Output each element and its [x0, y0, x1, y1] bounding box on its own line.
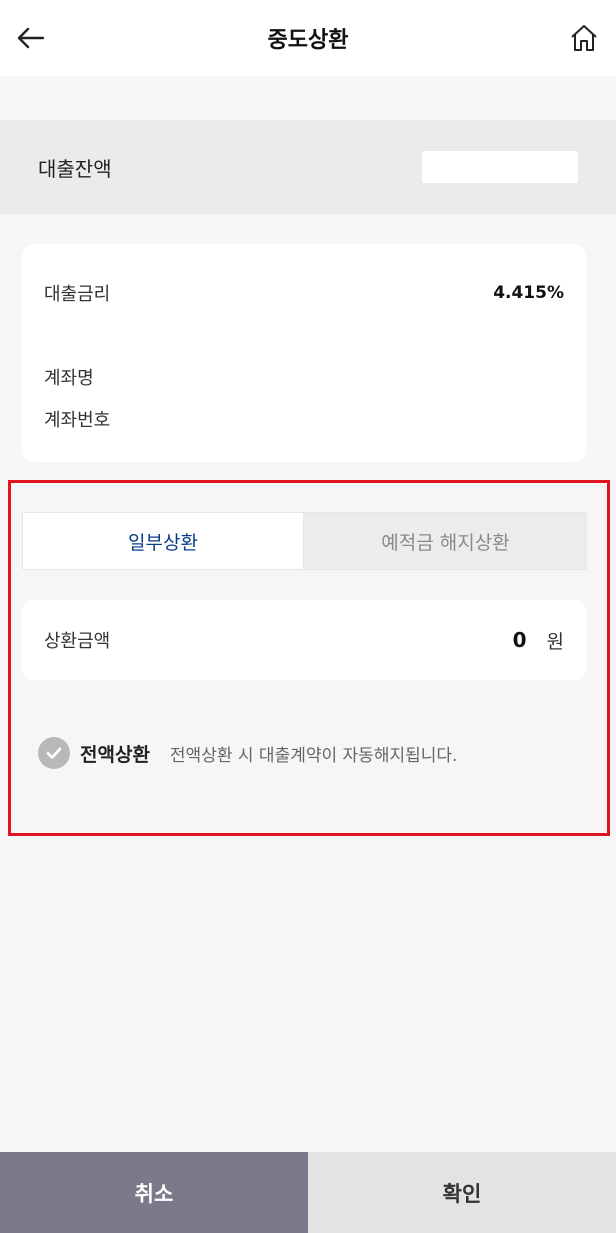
account-name-label: 계좌명 [44, 368, 94, 389]
interest-rate-value: 4.415% [493, 283, 564, 303]
home-icon[interactable] [564, 18, 604, 58]
confirm-button[interactable]: 확인 [308, 1152, 616, 1233]
account-number-value-masked [444, 410, 564, 428]
repayment-amount-value[interactable]: 0 [513, 628, 527, 652]
interest-rate-label: 대출금리 [44, 284, 111, 305]
repayment-amount-label: 상환금액 [44, 631, 111, 652]
loan-info-card: 대출금리 4.415% 계좌명 계좌번호 [22, 244, 586, 462]
loan-balance-label: 대출잔액 [38, 156, 112, 181]
tab-deposit-termination-repayment[interactable]: 예적금 해지상환 [304, 513, 587, 569]
full-repayment-option[interactable]: 전액상환 전액상환 시 대출계약이 자동해지됩니다. [38, 736, 457, 770]
repayment-type-tabs: 일부상환 예적금 해지상환 [22, 512, 587, 570]
interest-rate-row: 대출금리 4.415% [44, 280, 564, 306]
account-name-row: 계좌명 [44, 364, 564, 390]
bottom-button-bar: 취소 확인 [0, 1152, 616, 1233]
loan-balance-bar: 대출잔액 [0, 120, 616, 214]
tab-partial-repayment[interactable]: 일부상환 [23, 513, 304, 569]
account-name-value-masked [444, 368, 564, 386]
repayment-amount-input[interactable]: 0 원 [513, 627, 564, 654]
full-repayment-label[interactable]: 전액상환 [80, 740, 150, 767]
cancel-button[interactable]: 취소 [0, 1152, 308, 1233]
loan-balance-value-masked [422, 151, 578, 183]
full-repayment-description: 전액상환 시 대출계약이 자동해지됩니다. [169, 745, 458, 766]
app-header: 중도상환 [0, 0, 616, 76]
repayment-amount-card: 상환금액 0 원 [22, 600, 586, 680]
currency-unit: 원 [546, 630, 564, 653]
account-number-label: 계좌번호 [44, 410, 111, 431]
account-number-row: 계좌번호 [44, 406, 564, 432]
back-arrow-icon[interactable] [10, 18, 50, 58]
page-title: 중도상환 [267, 28, 349, 53]
checkmark-circle-icon[interactable] [38, 737, 70, 769]
